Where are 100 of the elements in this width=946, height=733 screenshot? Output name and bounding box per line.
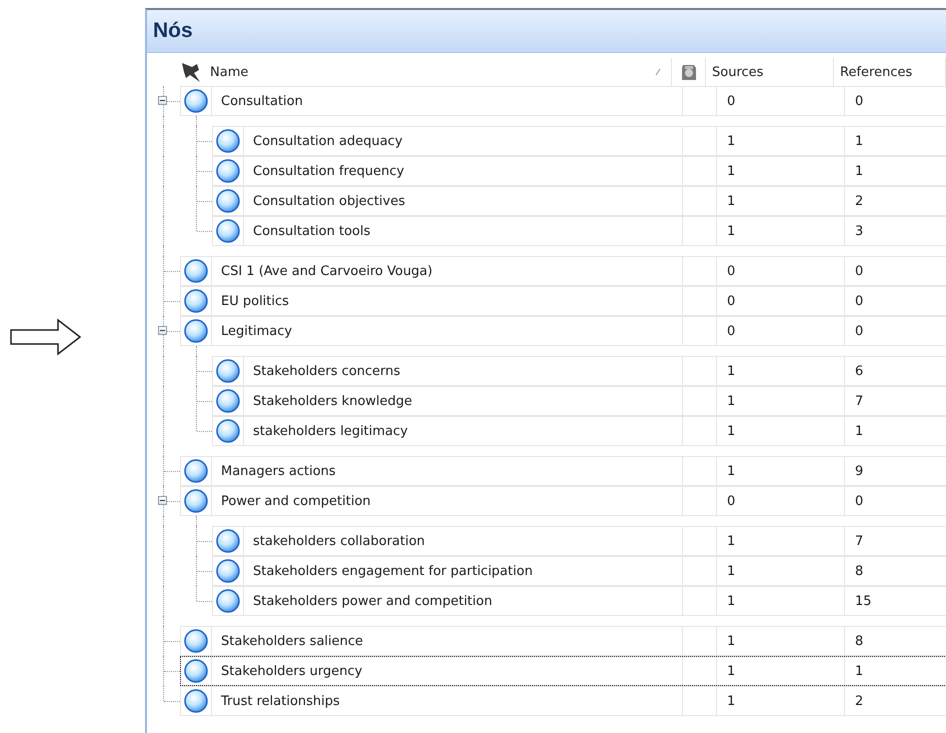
references-count: 1 [855,424,864,438]
node-icon [216,189,240,213]
node-name: Consultation tools [253,224,370,238]
node-name: Stakeholders salience [221,634,364,648]
table-row[interactable]: Stakeholders salience 1 8 [180,626,946,656]
table-row[interactable]: stakeholders legitimacy 1 1 [212,416,946,446]
references-count: 0 [855,264,864,278]
node-name: Legitimacy [221,324,292,338]
table-row[interactable]: Legitimacy 0 0 [180,316,946,346]
table-row[interactable]: EU politics 0 0 [180,286,946,316]
node-name: Stakeholders urgency [221,664,362,678]
references-count: 0 [855,324,864,338]
node-name: stakeholders collaboration [253,534,425,548]
pin-icon [180,61,202,83]
table-row[interactable]: Consultation objectives 1 2 [212,186,946,216]
table-row[interactable]: Managers actions 1 9 [180,456,946,486]
sources-count: 0 [727,494,736,508]
node-icon [216,559,240,583]
sources-count: 1 [727,394,736,408]
table-row[interactable]: Stakeholders urgency 1 1 [180,656,946,686]
node-name: stakeholders legitimacy [253,424,408,438]
table-row[interactable]: Stakeholders engagement for participation 1 8 [212,556,946,586]
node-icon [184,489,208,513]
references-count: 7 [855,394,864,408]
node-name: EU politics [221,294,289,308]
table-row[interactable]: Consultation tools 1 3 [212,216,946,246]
sources-count: 1 [727,424,736,438]
node-name: Managers actions [221,464,336,478]
sources-count: 1 [727,534,736,548]
node-icon [216,389,240,413]
node-icon [216,529,240,553]
references-count: 8 [855,564,864,578]
node-icon [184,629,208,653]
references-count: 0 [855,494,864,508]
references-count: 0 [855,94,864,108]
references-count: 15 [855,594,872,608]
right-arrow-icon [10,318,82,356]
sources-count: 0 [727,94,736,108]
table-row[interactable]: Consultation 0 0 [180,86,946,116]
references-count: 0 [855,294,864,308]
column-header[interactable]: Sources [712,64,764,80]
references-count: 1 [855,664,864,678]
references-count: 2 [855,694,864,708]
sources-count: 1 [727,634,736,648]
sources-count: 0 [727,324,736,338]
references-count: 3 [855,224,864,238]
node-name: Stakeholders power and competition [253,594,492,608]
table-row[interactable]: Stakeholders knowledge 1 7 [212,386,946,416]
table-row[interactable]: stakeholders collaboration 1 7 [212,526,946,556]
panel-title: Nós [153,19,193,43]
node-name: Consultation frequency [253,164,404,178]
sources-count: 0 [727,264,736,278]
node-name: Power and competition [221,494,371,508]
sources-count: 1 [727,664,736,678]
node-name: Consultation [221,94,303,108]
references-count: 6 [855,364,864,378]
node-icon [216,219,240,243]
node-icon [184,659,208,683]
node-icon [216,129,240,153]
references-count: 8 [855,634,864,648]
node-name: Stakeholders engagement for participation [253,564,533,578]
references-count: 7 [855,534,864,548]
node-name: Stakeholders concerns [253,364,400,378]
node-name: Consultation objectives [253,194,406,208]
node-name: Trust relationships [221,694,340,708]
references-count: 1 [855,134,864,148]
table-row[interactable]: Consultation frequency 1 1 [212,156,946,186]
node-icon [216,159,240,183]
sources-count: 1 [727,164,736,178]
table-row[interactable]: Power and competition 0 0 [180,486,946,516]
node-icon [184,259,208,283]
collapse-toggle[interactable] [158,96,167,105]
references-count: 1 [855,164,864,178]
node-icon [184,289,208,313]
collapse-toggle[interactable] [158,326,167,335]
node-icon [216,359,240,383]
table-row[interactable]: Stakeholders power and competition 1 15 [212,586,946,616]
node-icon [184,459,208,483]
collapse-toggle[interactable] [158,496,167,505]
sources-count: 0 [727,294,736,308]
sources-count: 1 [727,224,736,238]
references-count: 9 [855,464,864,478]
node-name: Consultation adequacy [253,134,403,148]
sources-count: 1 [727,694,736,708]
node-name: CSI 1 (Ave and Carvoeiro Vouga) [221,264,432,278]
table-row[interactable]: Consultation adequacy 1 1 [212,126,946,156]
node-name: Stakeholders knowledge [253,394,412,408]
column-header[interactable]: Name [210,64,647,80]
sources-count: 1 [727,564,736,578]
table-row[interactable]: CSI 1 (Ave and Carvoeiro Vouga) 0 0 [180,256,946,286]
sources-count: 1 [727,464,736,478]
table-row[interactable]: Stakeholders concerns 1 6 [212,356,946,386]
column-header[interactable]: References [840,64,912,80]
table-row[interactable]: Trust relationships 1 2 [180,686,946,716]
references-count: 2 [855,194,864,208]
node-icon [216,419,240,443]
node-icon [184,319,208,343]
node-icon [184,689,208,713]
sources-count: 1 [727,364,736,378]
sources-count: 1 [727,134,736,148]
